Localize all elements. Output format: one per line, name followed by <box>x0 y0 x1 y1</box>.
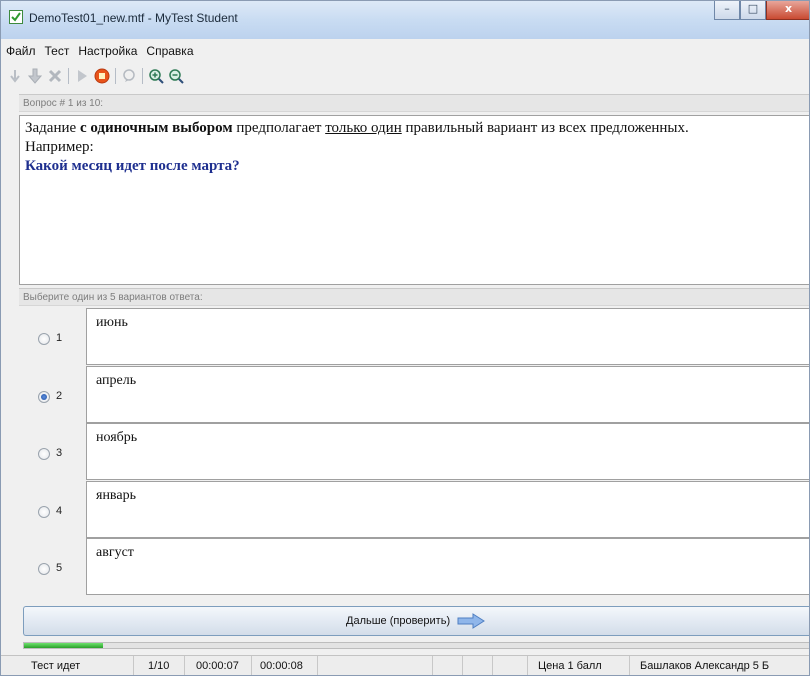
question-text-underlined: только один <box>325 120 402 136</box>
app-window: DemoTest01_new.mtf - MyTest Student – □ … <box>0 0 810 676</box>
answer-radio-cell[interactable]: 2 <box>19 366 86 423</box>
zoom-out-icon[interactable] <box>168 67 184 85</box>
answer-text[interactable]: ноябрь <box>86 423 809 480</box>
answer-radio-cell[interactable]: 5 <box>19 538 86 595</box>
toolbar <box>1 63 809 89</box>
answer-number: 4 <box>56 505 63 517</box>
answer-radio-cell[interactable]: 4 <box>19 481 86 538</box>
status-elapsed-time: 00:00:07 <box>185 656 252 675</box>
status-empty <box>318 656 433 675</box>
menu-settings[interactable]: Настройка <box>73 41 141 61</box>
answer-radio[interactable] <box>38 506 50 518</box>
status-counter: 1/10 <box>134 656 185 675</box>
minimize-icon: – <box>724 2 730 15</box>
close-icon: x <box>784 2 793 15</box>
answer-option[interactable]: 5 август <box>19 538 809 595</box>
question-text-bold: с одиночным выбором <box>79 120 233 136</box>
question-text: Задание с одиночным выбором предполагает… <box>25 119 809 138</box>
menu-test[interactable]: Тест <box>40 41 74 61</box>
answer-radio[interactable] <box>38 391 50 403</box>
answer-number: 3 <box>56 447 63 459</box>
status-price: Цена 1 балл <box>528 656 630 675</box>
stop-icon[interactable] <box>94 67 110 85</box>
answer-text[interactable]: апрель <box>86 366 809 423</box>
status-empty <box>493 656 528 675</box>
question-example-label: Например: <box>25 139 94 155</box>
toolbar-separator <box>68 68 69 84</box>
answer-text[interactable]: январь <box>86 481 809 538</box>
question-text-part: Задание <box>25 120 80 136</box>
status-question-time: 00:00:08 <box>252 656 318 675</box>
answer-number: 2 <box>56 390 63 402</box>
question-text-part: предполагает <box>232 120 326 136</box>
menu-bar: Файл Тест Настройка Справка <box>1 41 809 61</box>
next-button-label: Дальше (проверить) <box>346 615 451 627</box>
answers-header: Выберите один из 5 вариантов ответа: <box>19 288 809 306</box>
answer-radio-cell[interactable]: 3 <box>19 423 86 480</box>
maximize-button[interactable]: □ <box>740 1 766 20</box>
maximize-icon: □ <box>747 2 759 15</box>
answer-radio[interactable] <box>38 448 50 460</box>
feedback-icon[interactable] <box>121 67 137 85</box>
app-check-icon <box>9 10 23 24</box>
window-title: DemoTest01_new.mtf - MyTest Student <box>29 11 238 25</box>
question-header: Вопрос # 1 из 10: <box>19 94 809 112</box>
answer-radio-cell[interactable]: 1 <box>19 308 86 365</box>
zoom-in-icon[interactable] <box>148 67 164 85</box>
toolbar-separator <box>142 68 143 84</box>
answer-text[interactable]: август <box>86 538 809 595</box>
question-text-part: правильный вариант из всех предложенных. <box>401 120 689 136</box>
progress-fill <box>24 643 103 648</box>
answer-option[interactable]: 3 ноябрь <box>19 423 809 480</box>
answer-list: 1 июнь 2 апрель 3 ноябрь 4 январь 5 авгу… <box>19 308 809 597</box>
status-empty <box>433 656 463 675</box>
title-bar[interactable]: DemoTest01_new.mtf - MyTest Student – □ … <box>1 1 809 39</box>
answer-number: 5 <box>56 562 63 574</box>
answer-text[interactable]: июнь <box>86 308 809 365</box>
progress-bar <box>23 642 809 649</box>
toolbar-separator <box>115 68 116 84</box>
status-bar: Тест идет 1/10 00:00:07 00:00:08 Цена 1 … <box>1 655 809 675</box>
minimize-button[interactable]: – <box>714 1 740 20</box>
close-button[interactable]: x <box>766 1 809 20</box>
arrow-down-small-icon[interactable] <box>7 67 23 85</box>
next-check-button[interactable]: Дальше (проверить) <box>23 606 809 636</box>
status-empty <box>463 656 493 675</box>
answer-radio[interactable] <box>38 563 50 575</box>
cancel-x-icon[interactable] <box>47 67 63 85</box>
answer-number: 1 <box>56 332 63 344</box>
answer-option[interactable]: 2 апрель <box>19 366 809 423</box>
window-controls: – □ x <box>714 1 809 22</box>
answer-option[interactable]: 1 июнь <box>19 308 809 365</box>
question-panel: Задание с одиночным выбором предполагает… <box>19 115 809 285</box>
play-icon[interactable] <box>74 67 90 85</box>
status-student: Башлаков Александр 5 Б <box>640 660 770 672</box>
question-prompt: Какой месяц идет после марта? <box>25 158 240 174</box>
arrow-right-icon <box>457 613 485 629</box>
menu-help[interactable]: Справка <box>141 41 197 61</box>
menu-file[interactable]: Файл <box>1 41 40 61</box>
answer-option[interactable]: 4 январь <box>19 481 809 538</box>
status-state: Тест идет <box>1 656 134 675</box>
answer-radio[interactable] <box>38 333 50 345</box>
arrow-down-icon[interactable] <box>27 67 43 85</box>
